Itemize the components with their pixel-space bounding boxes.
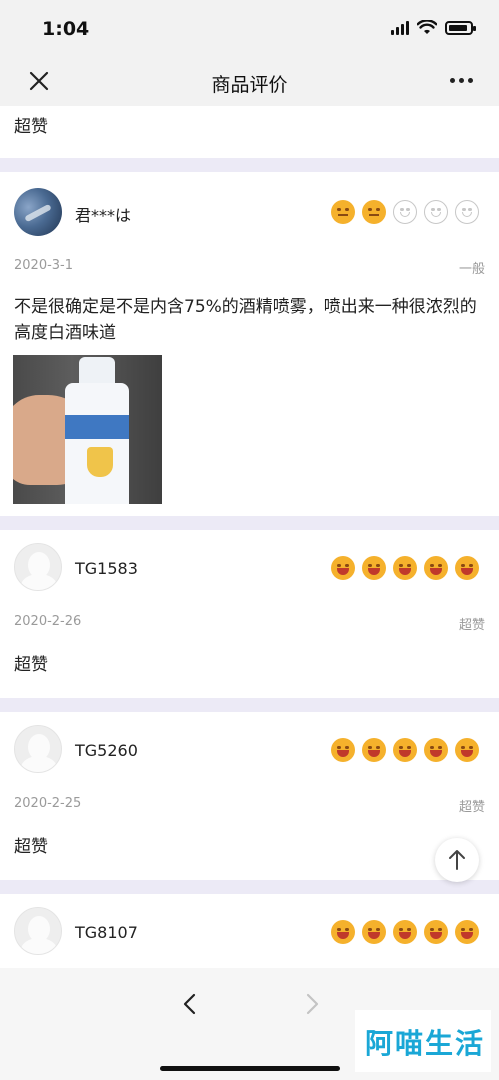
battery-icon (445, 21, 476, 35)
review-card: TG5260 2020-2-25 超赞 超赞 (0, 712, 499, 880)
rating-level: 超赞 (458, 618, 485, 633)
chevron-left-icon[interactable] (178, 992, 202, 1016)
rating-face-icon (424, 200, 448, 224)
review-date: 2020-2-25 (14, 796, 82, 811)
status-bar: 1:04 (0, 0, 499, 58)
rating-face-icon (331, 920, 355, 944)
page-title: 商品评价 (211, 74, 288, 96)
rating-face-icon (331, 200, 355, 224)
rating-face-icon (362, 738, 386, 762)
rating-face-icon (393, 200, 417, 224)
rating-faces (331, 738, 479, 762)
username: TG1583 (75, 559, 138, 578)
review-date: 2020-3-1 (14, 258, 74, 273)
status-icons (391, 20, 476, 36)
rating-face-icon (362, 556, 386, 580)
chevron-right-icon[interactable] (300, 992, 324, 1016)
cellular-signal-icon (391, 21, 409, 35)
arrow-up-icon (449, 850, 465, 870)
review-content: 不是很确定是不是内含75%的酒精喷雾，喷出来一种很浓烈的高度白酒味道 (14, 297, 477, 343)
wifi-icon (417, 20, 437, 34)
avatar[interactable] (14, 543, 62, 591)
username: TG8107 (75, 923, 138, 942)
rating-face-icon (455, 738, 479, 762)
username: 君***は (75, 206, 132, 225)
more-icon[interactable] (450, 78, 473, 83)
rating-faces (331, 920, 479, 944)
rating-faces (331, 200, 479, 224)
review-content: 超赞 (14, 655, 48, 675)
rating-faces (331, 556, 479, 580)
rating-face-icon (393, 738, 417, 762)
scroll-top-button[interactable] (435, 838, 479, 882)
avatar[interactable] (14, 725, 62, 773)
review-date: 2020-2-26 (14, 614, 82, 629)
rating-face-icon (424, 920, 448, 944)
watermark-logo: 阿喵生活 (355, 1010, 491, 1072)
rating-face-icon (455, 200, 479, 224)
rating-face-icon (393, 556, 417, 580)
review-content: 超赞 (14, 837, 48, 857)
rating-face-icon (331, 556, 355, 580)
rating-level: 一般 (458, 262, 485, 277)
review-card: 超赞 (0, 106, 499, 158)
rating-face-icon (393, 920, 417, 944)
avatar[interactable] (14, 188, 62, 236)
rating-face-icon (362, 920, 386, 944)
watermark-text: 阿喵生活 (365, 1027, 486, 1060)
username: TG5260 (75, 741, 138, 760)
rating-face-icon (455, 920, 479, 944)
rating-face-icon (424, 556, 448, 580)
rating-level: 超赞 (458, 800, 485, 815)
review-card: TG8107 (0, 894, 499, 968)
avatar[interactable] (14, 907, 62, 955)
rating-face-icon (331, 738, 355, 762)
review-card: TG1583 2020-2-26 超赞 超赞 (0, 530, 499, 698)
rating-face-icon (362, 200, 386, 224)
rating-face-icon (424, 738, 448, 762)
home-indicator (160, 1066, 340, 1071)
rating-face-icon (455, 556, 479, 580)
nav-bar: 商品评价 (0, 58, 499, 106)
status-time: 1:04 (42, 18, 90, 40)
review-content: 超赞 (14, 117, 48, 137)
review-photo[interactable] (13, 355, 162, 504)
review-card: 君***は 2020-3-1 一般 不是很确定是不是内含75%的酒精喷雾，喷出来… (0, 172, 499, 516)
